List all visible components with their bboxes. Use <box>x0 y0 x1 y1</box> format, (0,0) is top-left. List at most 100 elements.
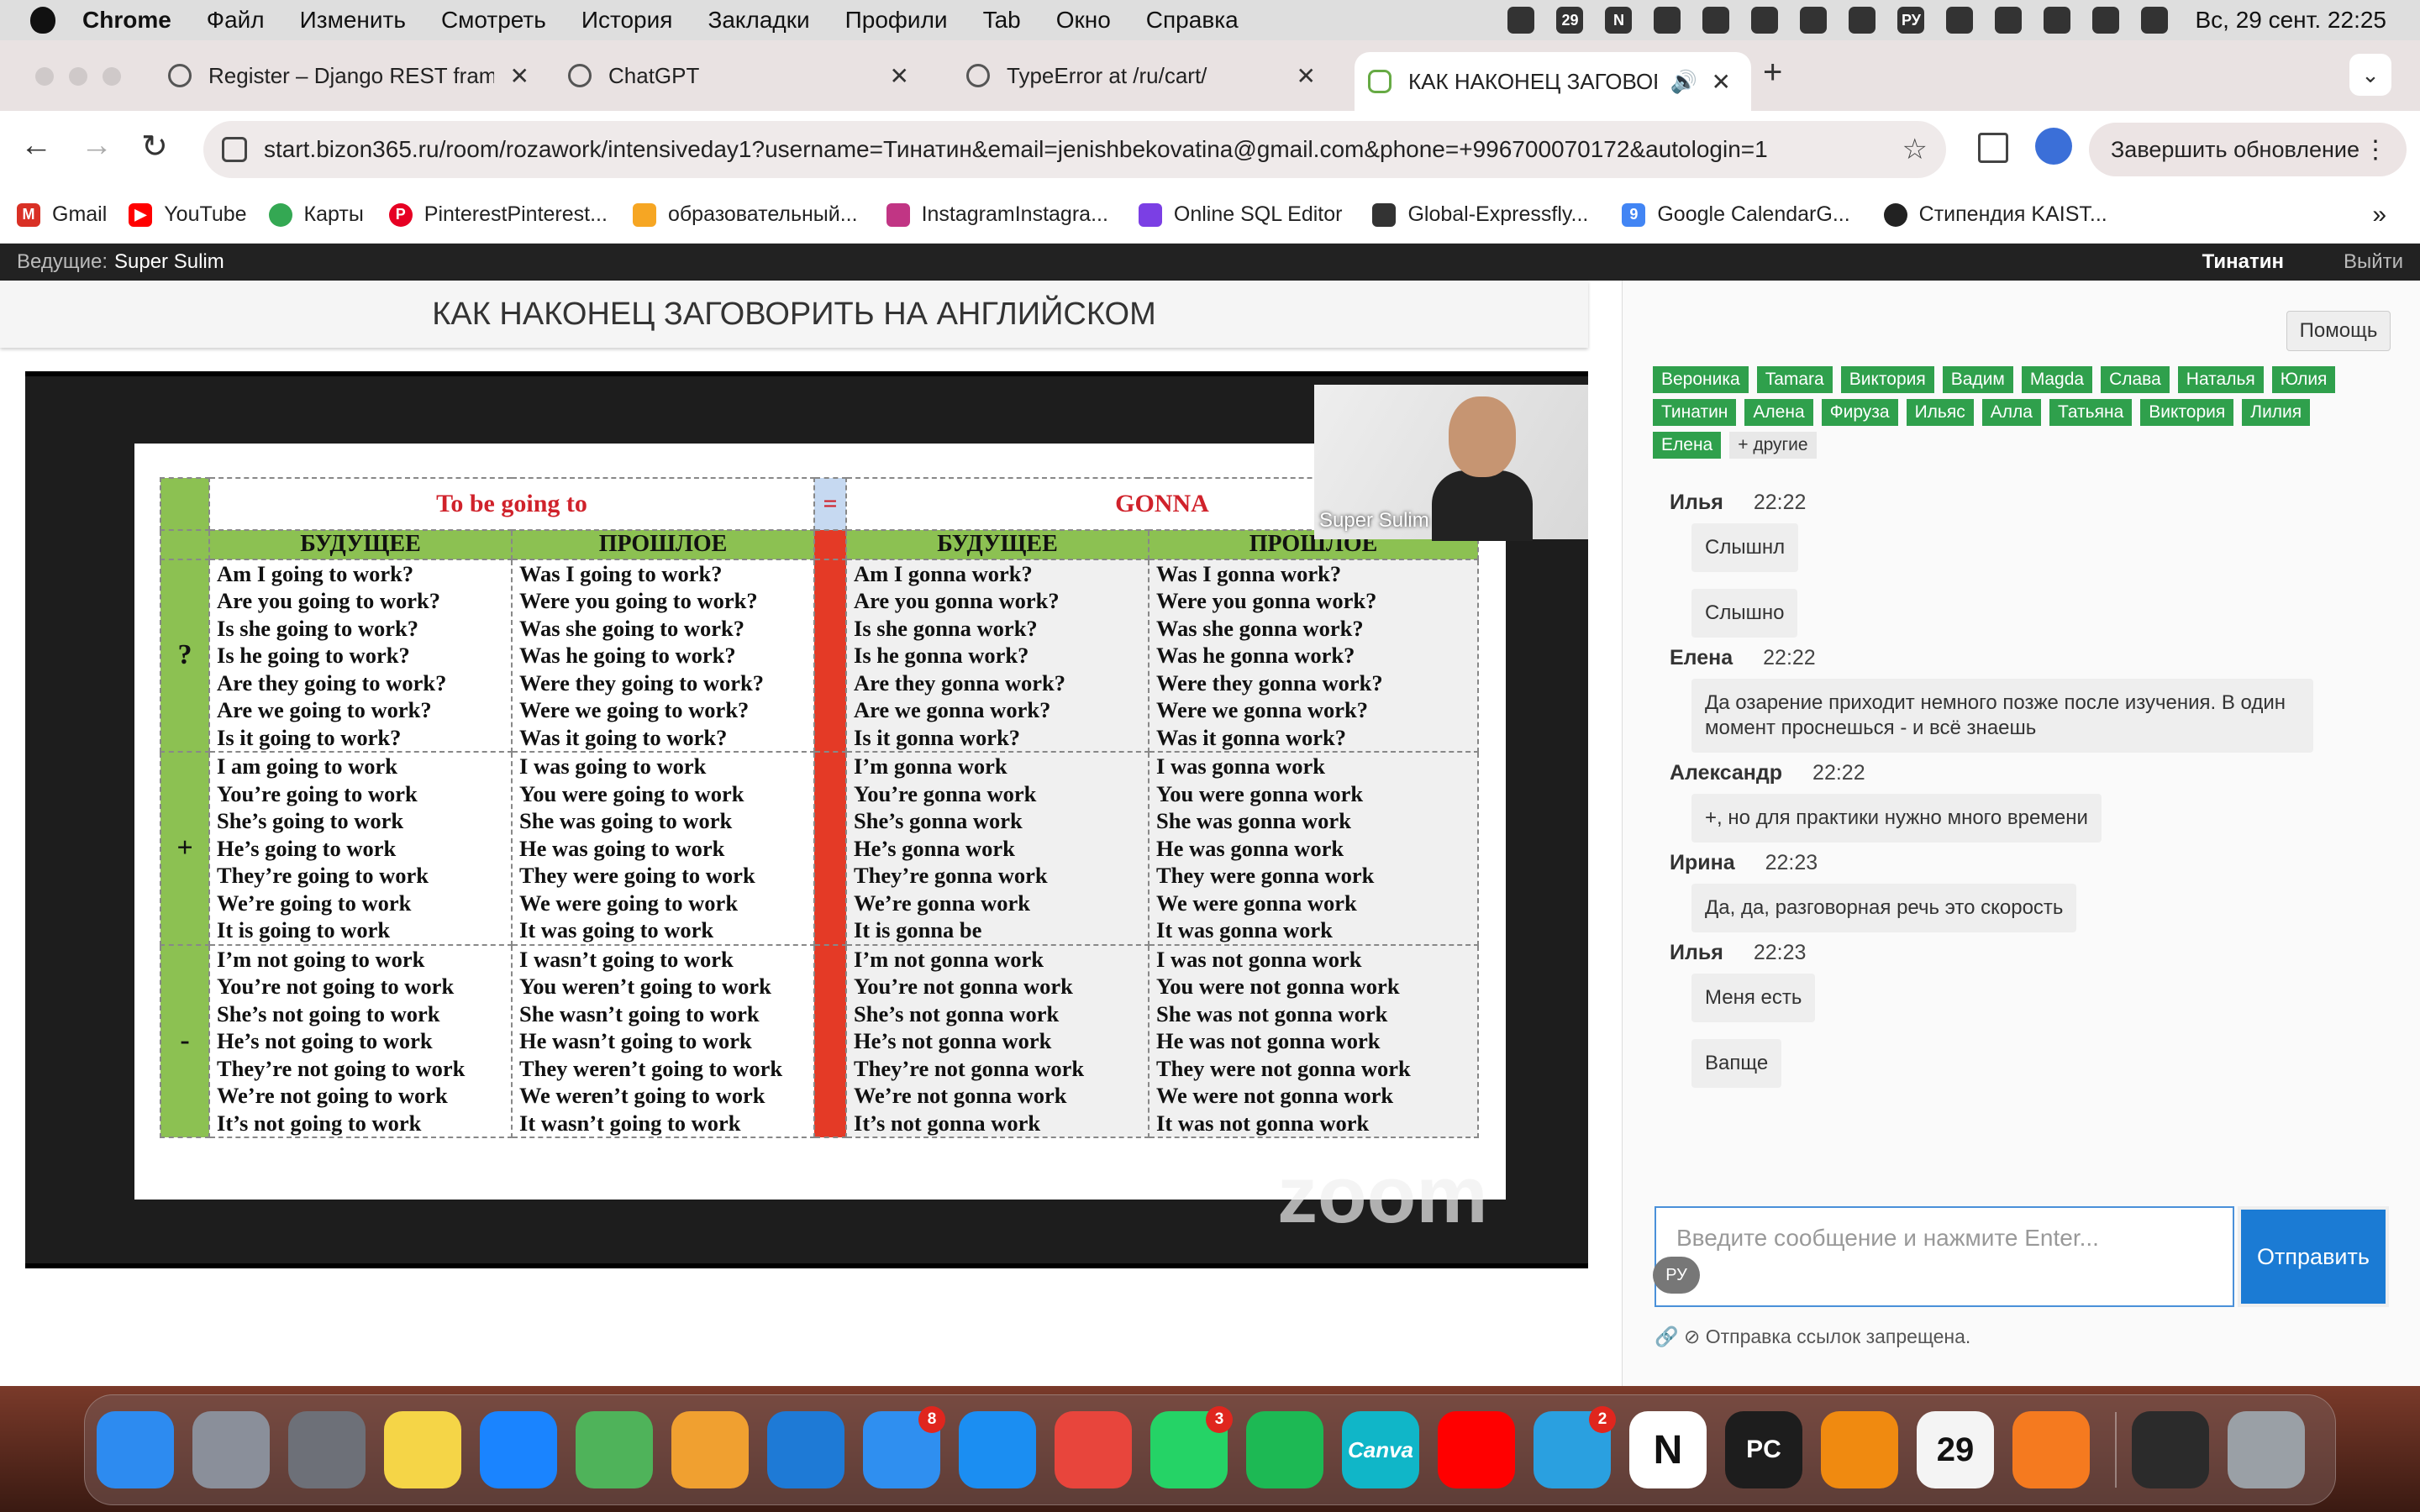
vs-code-app-icon[interactable] <box>767 1411 844 1488</box>
close-tab-icon[interactable]: ✕ <box>510 62 529 90</box>
bookmark-pinterest[interactable]: P PinterestPinterest... <box>388 202 608 227</box>
battery-icon[interactable] <box>1946 7 1974 34</box>
menu-window[interactable]: Окно <box>1056 7 1111 34</box>
message-author[interactable]: Александр <box>1670 761 1782 785</box>
calendar-tray-icon[interactable]: 29 <box>1556 7 1584 34</box>
chat-messages[interactable]: Илья 22:22 Слышнл Слышно Елена 22:22 Да озарен… <box>1670 491 2342 1096</box>
apple-logo-icon[interactable] <box>30 7 55 34</box>
siri-icon[interactable] <box>2141 7 2169 34</box>
trash-app-icon[interactable] <box>2228 1411 2305 1488</box>
vlc-tray-icon[interactable] <box>1654 7 1681 34</box>
vpn-icon[interactable] <box>1751 7 1779 34</box>
screen-mirroring-icon[interactable] <box>1995 7 2023 34</box>
bookmark-youtube[interactable]: ▶ YouTube <box>129 202 247 227</box>
close-tab-icon[interactable]: ✕ <box>1712 68 1731 96</box>
message-author[interactable]: Илья <box>1670 941 1723 965</box>
menu-file[interactable]: Файл <box>207 7 265 34</box>
youtube-app-icon[interactable] <box>1438 1411 1515 1488</box>
window-minimize-button[interactable] <box>69 67 87 86</box>
tab-typeerror[interactable]: TypeError at /ru/cart/ ✕ <box>966 52 1336 99</box>
finder-app-icon[interactable] <box>97 1411 174 1488</box>
more-bookmarks-icon[interactable]: » <box>2372 201 2386 229</box>
online-user-chip[interactable]: Фируза <box>1821 399 1898 426</box>
app-store-app-icon[interactable] <box>959 1411 1036 1488</box>
forward-button[interactable]: → <box>81 128 113 164</box>
calendar-app-icon[interactable]: 29 <box>1917 1411 1994 1488</box>
logout-link[interactable]: Выйти <box>2344 250 2403 274</box>
menu-history[interactable]: История <box>581 7 673 34</box>
window-zoom-button[interactable] <box>103 67 121 86</box>
maps-app-icon[interactable] <box>576 1411 653 1488</box>
notes-app-icon[interactable] <box>384 1411 461 1488</box>
system-settings-app-icon[interactable] <box>288 1411 366 1488</box>
video-player[interactable]: To be going to = GONNA БУДУЩЕЕ ПРОШЛОЕ Б… <box>25 371 1588 1268</box>
notion-app-icon[interactable]: N <box>1629 1411 1707 1488</box>
control-center-icon[interactable] <box>2092 7 2120 34</box>
profile-avatar[interactable] <box>2035 128 2072 165</box>
speaker-icon[interactable]: 🔊 <box>1670 69 1697 95</box>
menu-bookmarks[interactable]: Закладки <box>708 7 809 34</box>
bookmark-star-icon[interactable]: ☆ <box>1902 133 1928 166</box>
menu-app-name[interactable]: Chrome <box>82 7 171 34</box>
menubar-clock[interactable]: Вс, 29 сент. 22:25 <box>2195 7 2386 34</box>
close-tab-icon[interactable]: ✕ <box>1297 62 1316 90</box>
online-user-chip[interactable]: Виктория <box>2140 399 2234 426</box>
send-button[interactable]: Отправить <box>2238 1206 2389 1307</box>
online-user-chip[interactable]: Вадим <box>1942 366 2013 393</box>
bookmark-global-express[interactable]: Global-Expressfly... <box>1372 202 1588 227</box>
bookmark-sql-editor[interactable]: Online SQL Editor <box>1138 202 1342 227</box>
online-user-chip[interactable]: Вероника <box>1653 366 1749 393</box>
message-author[interactable]: Ирина <box>1670 851 1735 875</box>
pages-app-icon[interactable] <box>2012 1411 2090 1488</box>
chat-message-input[interactable]: Введите сообщение и нажмите Enter... <box>1655 1206 2234 1307</box>
mail-app-icon[interactable]: 8 <box>863 1406 945 1488</box>
online-user-chip[interactable]: Слава <box>2101 366 2170 393</box>
menu-profiles[interactable]: Профили <box>845 7 948 34</box>
address-bar[interactable]: start.bizon365.ru/room/rozawork/intensiv… <box>203 121 1946 178</box>
online-user-chip[interactable]: Tamara <box>1756 366 1833 393</box>
online-user-chip[interactable]: Наталья <box>2177 366 2264 393</box>
menu-edit[interactable]: Изменить <box>300 7 406 34</box>
online-user-chip[interactable]: Лилия <box>2242 399 2311 426</box>
kebab-menu-icon[interactable]: ⋮ <box>2363 135 2388 165</box>
chrome-app-icon[interactable] <box>1055 1411 1132 1488</box>
spotlight-search-icon[interactable] <box>2044 7 2071 34</box>
more-users-chip[interactable]: + другие <box>1729 432 1817 459</box>
window-close-button[interactable] <box>35 67 54 86</box>
reload-button[interactable]: ↻ <box>141 128 168 165</box>
play-icon[interactable] <box>1800 7 1828 34</box>
tab-search-chevron-icon[interactable]: ⌄ <box>2349 54 2391 96</box>
bookmark-kaist[interactable]: Стипендия KAIST... <box>1883 202 2107 227</box>
online-user-chip[interactable]: Алла <box>1981 399 2041 426</box>
menu-help[interactable]: Справка <box>1146 7 1239 34</box>
bookmark-educational[interactable]: образовательный... <box>632 202 858 227</box>
canva-app-icon[interactable]: Canva <box>1342 1411 1419 1488</box>
site-settings-icon[interactable] <box>222 137 247 162</box>
tab-django-register[interactable]: Register – Django REST framework ✕ <box>168 52 550 99</box>
new-tab-button[interactable]: + <box>1763 54 1782 92</box>
telegram-app-icon[interactable]: 2 <box>1534 1406 1616 1488</box>
online-user-chip[interactable]: Юлия <box>2271 366 2336 393</box>
online-user-chip[interactable]: Татьяна <box>2049 399 2133 426</box>
online-user-chip[interactable]: Magda <box>2021 366 2093 393</box>
whatsapp-app-icon[interactable]: 3 <box>1150 1406 1233 1488</box>
media-controls-icon[interactable] <box>1978 133 2008 163</box>
close-tab-icon[interactable]: ✕ <box>890 62 909 90</box>
focus-icon[interactable] <box>1507 7 1535 34</box>
message-author[interactable]: Елена <box>1670 646 1733 670</box>
airdrop-icon[interactable] <box>1702 7 1730 34</box>
back-button[interactable]: ← <box>20 128 52 164</box>
terminal-app-icon[interactable] <box>2132 1411 2209 1488</box>
message-author[interactable]: Илья <box>1670 491 1723 515</box>
bookmark-instagram[interactable]: InstagramInstagra... <box>886 202 1108 227</box>
tab-chatgpt[interactable]: ChatGPT ✕ <box>568 52 929 99</box>
bookmark-google-calendar[interactable]: 9 Google CalendarG... <box>1622 202 1850 227</box>
safari-app-icon[interactable] <box>480 1411 557 1488</box>
online-user-chip[interactable]: Ильяс <box>1906 399 1974 426</box>
finish-update-button[interactable]: Завершить обновление ⋮ <box>2089 123 2407 176</box>
input-language-icon[interactable]: РУ <box>1897 7 1925 34</box>
launchpad-app-icon[interactable] <box>192 1411 270 1488</box>
online-user-chip[interactable]: Алена <box>1744 399 1813 426</box>
online-user-chip[interactable]: Елена <box>1653 432 1722 459</box>
menu-view[interactable]: Смотреть <box>441 7 546 34</box>
